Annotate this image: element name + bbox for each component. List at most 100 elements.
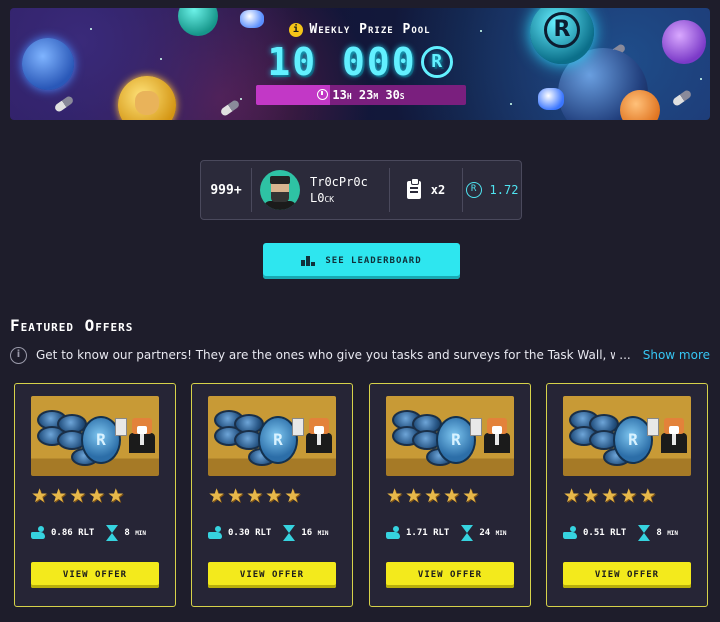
offer-reward: 0.86 RLT: [51, 528, 95, 538]
user-rank-card: 999+ Tr0cPr0c L0ck x2 R 1.72: [200, 160, 522, 220]
offer-card[interactable]: ★ ★ ★ ★ ★ 1.71 RLT 24 min VIEW OFFER: [369, 383, 531, 607]
offer-duration: 24 min: [479, 528, 507, 538]
star-icon: ★: [227, 485, 245, 507]
blue-gem-icon: [538, 88, 564, 110]
offer-meta: 0.86 RLT 8 min: [31, 525, 166, 541]
rating-stars: ★ ★ ★ ★ ★: [31, 486, 124, 506]
offer-meta: 1.71 RLT 24 min: [386, 525, 521, 541]
offer-duration: 16 min: [301, 528, 329, 538]
fox-mascot-icon: [306, 418, 332, 454]
offer-card[interactable]: ★ ★ ★ ★ ★ 0.86 RLT 8 min VIEW OFFER: [14, 383, 176, 607]
user-info[interactable]: Tr0cPr0c L0ck: [252, 170, 389, 210]
balance-value: 1.72: [489, 183, 519, 197]
reward-hand-icon: [386, 526, 402, 540]
rating-stars: ★ ★ ★ ★ ★: [208, 486, 301, 506]
offer-image: [386, 396, 514, 476]
hourglass-icon: [106, 525, 119, 541]
pill-icon: [671, 88, 693, 108]
countdown-timer: 13h 23m 30s: [256, 85, 466, 105]
offer-image: [563, 396, 691, 476]
info-icon: i: [10, 346, 27, 364]
offers-grid: ★ ★ ★ ★ ★ 0.86 RLT 8 min VIEW OFFER ★ ★: [14, 383, 710, 607]
star-icon: ★: [462, 485, 480, 507]
offer-reward: 1.71 RLT: [406, 528, 450, 538]
fox-mascot-icon: [661, 418, 687, 454]
section-title-featured-offers: Featured Offers: [10, 316, 134, 335]
see-leaderboard-button[interactable]: SEE LEADERBOARD: [263, 243, 460, 279]
offer-duration: 8 min: [656, 528, 679, 538]
username-line-2: L0ck: [310, 191, 335, 205]
document-icon: [647, 418, 659, 436]
see-leaderboard-label: SEE LEADERBOARD: [325, 256, 422, 266]
star-icon: ★: [31, 485, 49, 507]
document-icon: [292, 418, 304, 436]
rating-stars: ★ ★ ★ ★ ★: [386, 486, 479, 506]
user-rank: 999+: [210, 182, 242, 198]
offer-card[interactable]: ★ ★ ★ ★ ★ 0.30 RLT 16 min VIEW OFFER: [191, 383, 353, 607]
rollercoin-currency-icon: R: [465, 182, 482, 198]
offer-reward: 0.30 RLT: [228, 528, 272, 538]
offer-meta: 0.30 RLT 16 min: [208, 525, 343, 541]
offer-duration: 8 min: [124, 528, 147, 538]
star-sparkle: [510, 103, 512, 105]
rollercoin-currency-icon: R: [420, 46, 453, 78]
star-icon: ★: [563, 485, 581, 507]
star-icon: ★: [88, 485, 106, 507]
username: Tr0cPr0c L0ck: [310, 174, 368, 206]
star-icon: ★: [265, 485, 283, 507]
clock-icon: [317, 89, 329, 100]
star-icon: ★: [386, 485, 404, 507]
fox-mascot-icon: [129, 418, 155, 454]
prize-pool-banner: R i Weekly Prize Pool 10 000 R 13h 23m 30s: [10, 8, 710, 120]
star-sparkle: [240, 98, 242, 100]
hourglass-icon: [638, 525, 651, 541]
reward-hand-icon: [563, 526, 579, 540]
offer-reward: 0.51 RLT: [583, 528, 627, 538]
offer-image: [31, 396, 159, 476]
partners-info-row: i Get to know our partners! They are the…: [10, 345, 710, 365]
star-icon: ★: [639, 485, 657, 507]
fox-mascot-icon: [484, 418, 510, 454]
tasks-count: x2: [430, 183, 446, 197]
star-icon: ★: [582, 485, 600, 507]
document-icon: [115, 418, 127, 436]
avatar: [260, 170, 300, 210]
offer-meta: 0.51 RLT 8 min: [563, 525, 698, 541]
timer-label: 13h 23m 30s: [256, 85, 466, 105]
star-icon: ★: [620, 485, 638, 507]
info-icon[interactable]: i: [289, 23, 304, 37]
tasks-multiplier: x2: [390, 178, 462, 199]
show-more-link[interactable]: Show more: [643, 348, 710, 362]
star-icon: ★: [69, 485, 87, 507]
offer-card[interactable]: ★ ★ ★ ★ ★ 0.51 RLT 8 min VIEW OFFER: [546, 383, 708, 607]
star-icon: ★: [246, 485, 264, 507]
reward-hand-icon: [208, 526, 224, 540]
pill-icon: [53, 94, 75, 114]
user-balance: R 1.72: [463, 182, 521, 198]
bitcoin-icon: [620, 90, 660, 120]
username-line-1: Tr0cPr0c: [310, 175, 368, 189]
hourglass-icon: [283, 525, 296, 541]
prize-pool-title: i Weekly Prize Pool: [10, 22, 710, 37]
star-icon: ★: [107, 485, 125, 507]
document-icon: [470, 418, 482, 436]
hourglass-icon: [461, 525, 474, 541]
view-offer-button[interactable]: VIEW OFFER: [563, 562, 691, 588]
view-offer-button[interactable]: VIEW OFFER: [208, 562, 336, 588]
star-icon: ★: [601, 485, 619, 507]
ellipsis: ...: [619, 348, 631, 362]
star-icon: ★: [50, 485, 68, 507]
podium-icon: [301, 256, 316, 266]
pill-icon: [219, 98, 241, 118]
star-icon: ★: [208, 485, 226, 507]
offer-image: [208, 396, 336, 476]
rating-stars: ★ ★ ★ ★ ★: [563, 486, 656, 506]
prize-pool-amount: 10 000 R: [10, 40, 710, 84]
reward-hand-icon: [31, 526, 47, 540]
partners-info-text: Get to know our partners! They are the o…: [36, 348, 616, 362]
star-icon: ★: [405, 485, 423, 507]
view-offer-button[interactable]: VIEW OFFER: [31, 562, 159, 588]
star-icon: ★: [424, 485, 442, 507]
star-icon: ★: [443, 485, 461, 507]
view-offer-button[interactable]: VIEW OFFER: [386, 562, 514, 588]
